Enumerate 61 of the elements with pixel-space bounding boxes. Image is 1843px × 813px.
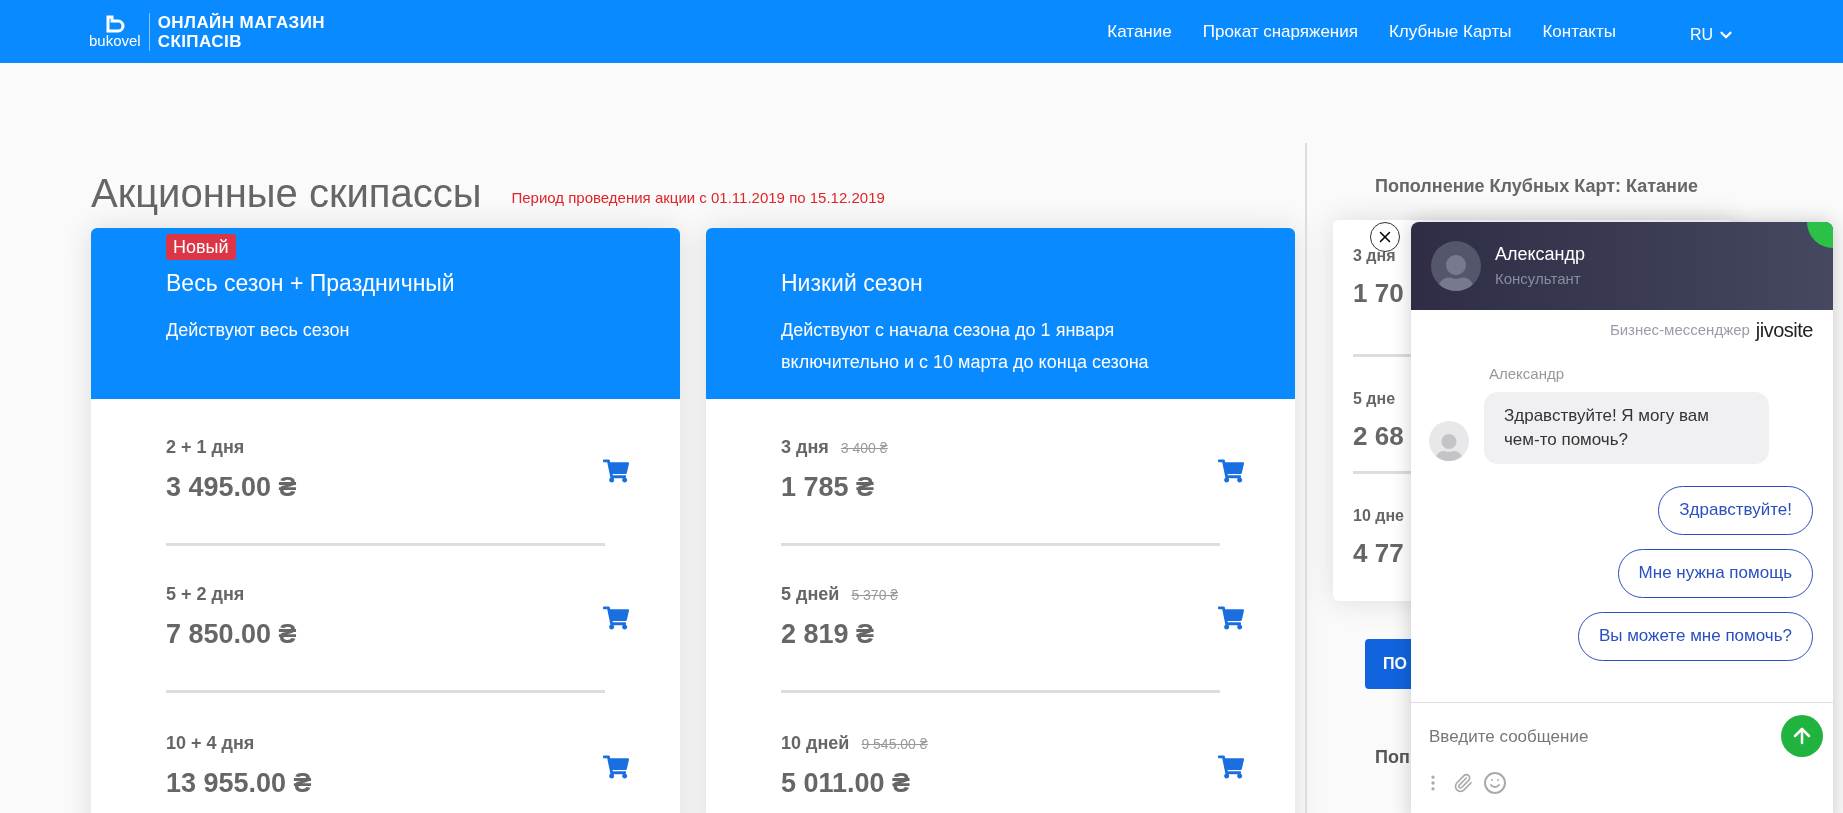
cart-icon <box>603 753 629 780</box>
agent-role: Консультант <box>1495 269 1582 290</box>
pass-price: 1 70 <box>1353 277 1404 310</box>
page-title: Акционные скипассы <box>91 173 482 213</box>
store-title: СКІПАСІВ <box>157 31 243 51</box>
pass-price: 1 785 ₴ <box>781 471 876 505</box>
pass-duration: 5 дне <box>1353 389 1396 409</box>
cart-icon <box>1218 753 1244 780</box>
store-title: ОНЛАЙН МАГАЗИН <box>157 12 325 32</box>
add-to-cart-button[interactable] <box>1218 458 1244 484</box>
sender-name: Александр <box>1489 364 1566 384</box>
pass-duration: 5 дней <box>781 583 840 607</box>
card-description: Действуют весь сезон <box>166 318 351 342</box>
cart-icon <box>1218 605 1244 631</box>
pass-price: 3 495.00 ₴ <box>166 471 297 505</box>
pass-price: 4 77 <box>1353 537 1404 570</box>
branding-text: Бизнес-мессенджер <box>1609 319 1750 340</box>
pass-price: 2 68 <box>1353 420 1404 453</box>
side-title: Пополнение Клубных Карт: Катание <box>1375 175 1699 198</box>
add-to-cart-button[interactable] <box>603 605 629 631</box>
old-price: 3 400 ₴ <box>840 439 888 459</box>
pass-duration: 5 + 2 дня <box>166 583 245 607</box>
add-to-cart-button[interactable] <box>1218 605 1244 631</box>
bukovel-logo[interactable]: bukovel <box>89 15 141 48</box>
pass-duration: 3 дня <box>781 436 829 460</box>
pass-duration: 10 дней <box>781 731 850 755</box>
pass-duration: 10 дне <box>1353 506 1404 526</box>
jivosite-logo: jivosite <box>1755 318 1813 343</box>
agent-name: Александр <box>1495 243 1586 267</box>
promo-period: Период проведения акции с 01.11.2019 по 15.12.2019 <box>511 187 885 208</box>
logo-text: bukovel <box>89 33 141 48</box>
pass-duration: 2 + 1 дня <box>166 436 245 460</box>
pass-duration: 10 + 4 дня <box>166 731 255 755</box>
cart-icon <box>603 605 629 631</box>
send-button[interactable] <box>1781 715 1823 757</box>
pass-price: 2 819 ₴ <box>781 618 876 652</box>
card-title: Весь сезон + Праздничный <box>166 269 456 298</box>
add-to-cart-button[interactable] <box>603 458 629 484</box>
card-description: Действуют с начала сезона до 1 января включительно и с 10 марта до конца сезона <box>781 318 1150 374</box>
old-price: 9 545.00 ₴ <box>861 734 928 754</box>
cart-icon <box>603 458 629 484</box>
nav-link[interactable]: Контакты <box>1542 18 1616 45</box>
pass-price: 13 955.00 ₴ <box>166 766 312 800</box>
nav-link[interactable]: Клубные Карты <box>1388 18 1512 45</box>
chat-message: Здравствуйте! Я могу вам чем-то помочь? <box>1484 391 1769 464</box>
nav-link[interactable]: Прокат снаряжения <box>1202 18 1358 45</box>
add-to-cart-button[interactable] <box>1218 753 1244 780</box>
language-selector[interactable]: RU <box>1689 22 1735 47</box>
old-price: 5 370 ₴ <box>851 586 899 606</box>
card-title: Низкий сезон <box>781 269 924 298</box>
section-heading: Поп <box>1375 746 1411 769</box>
nav-link[interactable]: Катание <box>1107 18 1172 45</box>
message-input[interactable]: Введите сообщение <box>1429 721 1729 753</box>
new-badge: Новый <box>166 234 236 260</box>
paperclip-icon[interactable] <box>1453 773 1473 793</box>
person-silhouette-icon <box>1434 433 1464 461</box>
cart-icon <box>1218 458 1244 484</box>
pass-duration: 3 дня <box>1353 246 1396 266</box>
pass-price: 7 850.00 ₴ <box>166 618 297 652</box>
pass-price: 5 011.00 ₴ <box>781 766 912 800</box>
add-to-cart-button[interactable] <box>603 753 629 780</box>
